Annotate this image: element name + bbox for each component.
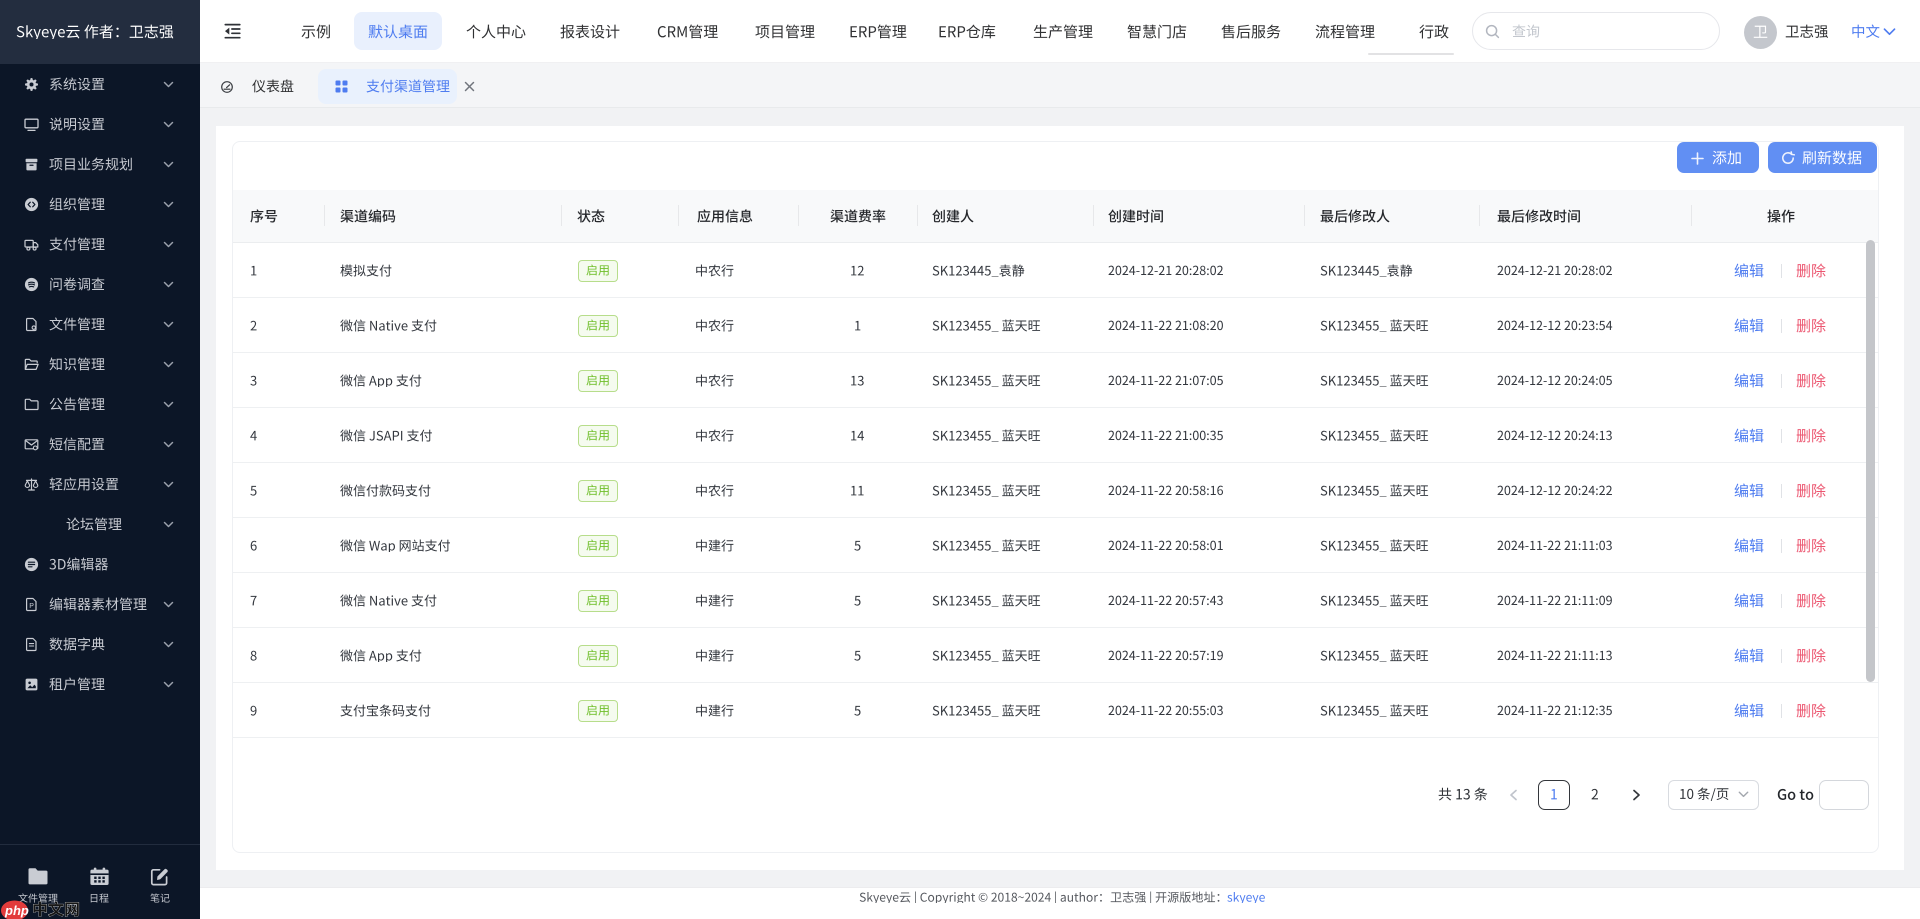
svg-text:php: php: [4, 903, 29, 918]
svg-text:P: P: [29, 603, 34, 610]
